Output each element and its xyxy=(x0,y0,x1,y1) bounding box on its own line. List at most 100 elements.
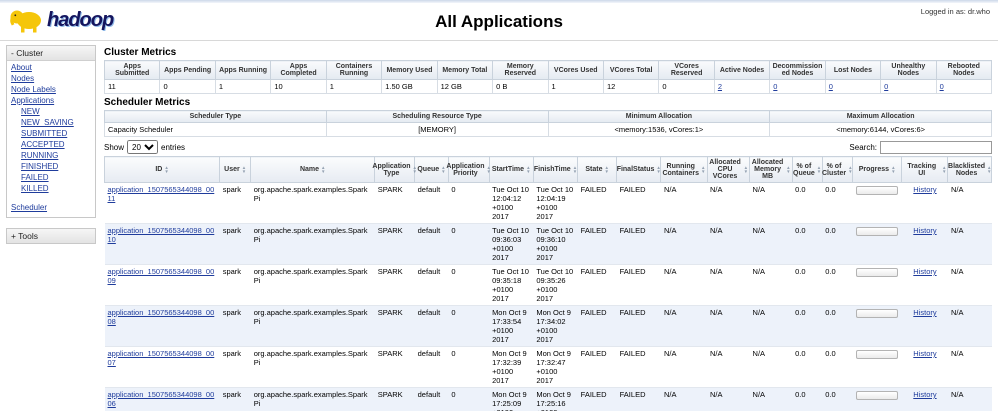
cell-state: FAILED xyxy=(577,346,617,388)
apps-col-header-application-priority[interactable]: Application Priority xyxy=(446,156,490,183)
cell-pct_cluster: 0.0 xyxy=(822,305,853,347)
cell-blacklisted: N/A xyxy=(947,346,992,388)
cell-type: SPARK xyxy=(374,182,415,224)
sidebar-state-new: NEW xyxy=(10,107,93,118)
cell-progress xyxy=(852,387,902,411)
apps-col-header-of-cluster[interactable]: % of Cluster xyxy=(821,156,853,183)
cluster-metric-value: 11 xyxy=(103,79,161,94)
column-label: Allocated Memory MB xyxy=(751,159,784,180)
column-header-inner: User xyxy=(221,166,249,174)
sidebar-state-killed: KILLED xyxy=(10,184,93,195)
column-label: Tracking UI xyxy=(907,162,937,177)
scheduler-col-minimum-allocation: Minimum Allocation xyxy=(547,110,771,123)
column-header-inner: Name xyxy=(252,166,373,174)
node-count-link[interactable]: 0 xyxy=(940,82,944,91)
cell-tracking: History xyxy=(901,305,948,347)
application-id-link[interactable]: application_1507565344098_0010 xyxy=(108,226,215,244)
node-count-link[interactable]: 2 xyxy=(718,82,722,91)
column-header-inner: Queue xyxy=(416,166,447,174)
cell-containers: N/A xyxy=(660,346,707,388)
apps-table-body: application_1507565344098_0011 spark org.a… xyxy=(104,182,992,411)
tools-nav-header[interactable]: Tools xyxy=(7,229,95,243)
sidebar-link-failed[interactable]: FAILED xyxy=(21,173,49,182)
table-row: application_1507565344098_0007 spark org.a… xyxy=(104,346,992,388)
apps-col-header-queue[interactable]: Queue xyxy=(414,156,449,183)
apps-col-header-progress[interactable]: Progress xyxy=(851,156,903,183)
cell-memory: N/A xyxy=(749,264,793,306)
apps-col-header-allocated-cpu-vcores[interactable]: Allocated CPU VCores xyxy=(706,156,751,183)
sidebar-link-killed[interactable]: KILLED xyxy=(21,184,49,193)
sort-icon xyxy=(744,166,748,174)
cell-pct_cluster: 0.0 xyxy=(822,346,853,388)
node-count-link[interactable]: 0 xyxy=(884,82,888,91)
sidebar-link-accepted[interactable]: ACCEPTED xyxy=(21,140,65,149)
sidebar-state-accepted: ACCEPTED xyxy=(10,140,93,151)
apps-col-header-tracking-ui[interactable]: Tracking UI xyxy=(901,156,949,183)
apps-col-header-starttime[interactable]: StartTime xyxy=(488,156,534,183)
history-link[interactable]: History xyxy=(913,185,936,194)
search-input[interactable] xyxy=(880,140,992,154)
history-link[interactable]: History xyxy=(913,349,936,358)
history-link[interactable]: History xyxy=(913,226,936,235)
cell-final: FAILED xyxy=(616,223,661,265)
cluster-nav-header[interactable]: Cluster xyxy=(7,46,95,61)
sidebar-link-finished[interactable]: FINISHED xyxy=(21,162,58,171)
cell-memory: N/A xyxy=(749,305,793,347)
cell-finish: Mon Oct 9 17:34:02 +0100 2017 xyxy=(533,305,578,347)
apps-col-header-finishtime[interactable]: FinishTime xyxy=(532,156,579,183)
sidebar-link-scheduler[interactable]: Scheduler xyxy=(11,203,47,212)
apps-col-header-running-containers[interactable]: Running Containers xyxy=(660,156,708,183)
sidebar-link-submitted[interactable]: SUBMITTED xyxy=(21,129,67,138)
apps-col-header-state[interactable]: State xyxy=(577,156,618,183)
cluster-col-apps-running: Apps Running xyxy=(214,60,272,80)
node-count-link[interactable]: 0 xyxy=(773,82,777,91)
sidebar-state-finished: FINISHED xyxy=(10,162,93,173)
cell-finish: Tue Oct 10 09:36:10 +0100 2017 xyxy=(533,223,578,265)
sidebar-link-new-saving[interactable]: NEW_SAVING xyxy=(21,118,74,127)
cluster-metric-value: 0 xyxy=(159,79,216,94)
apps-col-header-id[interactable]: ID xyxy=(103,156,221,183)
apps-col-header-finalstatus[interactable]: FinalStatus xyxy=(616,156,662,183)
history-link[interactable]: History xyxy=(913,308,936,317)
cell-memory: N/A xyxy=(749,182,793,224)
cell-type: SPARK xyxy=(374,387,415,411)
apps-col-header-name[interactable]: Name xyxy=(250,156,376,183)
application-id-link[interactable]: application_1507565344098_0011 xyxy=(108,185,215,203)
column-header-inner: Allocated Memory MB xyxy=(751,159,791,180)
application-id-link[interactable]: application_1507565344098_0009 xyxy=(108,267,215,285)
apps-header-row: ID User Name Application Type Queue Applicati… xyxy=(103,156,992,183)
cell-priority: 0 xyxy=(448,264,490,306)
history-link[interactable]: History xyxy=(913,390,936,399)
apps-col-header-application-type[interactable]: Application Type xyxy=(372,156,416,183)
sidebar-state-new-saving: NEW_SAVING xyxy=(10,118,93,129)
sidebar-link-applications[interactable]: Applications xyxy=(11,96,54,105)
apps-col-header-user[interactable]: User xyxy=(219,156,252,183)
sidebar-link-new[interactable]: NEW xyxy=(21,107,40,116)
history-link[interactable]: History xyxy=(913,267,936,276)
cluster-metric-value: 10 xyxy=(270,79,327,94)
application-id-link[interactable]: application_1507565344098_0008 xyxy=(108,308,215,326)
cluster-metric-value: 1 xyxy=(325,79,383,94)
cell-tracking: History xyxy=(901,182,948,224)
apps-col-header-allocated-memory-mb[interactable]: Allocated Memory MB xyxy=(749,156,793,183)
sidebar-link-nodes[interactable]: Nodes xyxy=(11,74,34,83)
node-count-link[interactable]: 0 xyxy=(829,82,833,91)
sort-icon xyxy=(701,166,705,174)
cell-type: SPARK xyxy=(374,223,415,265)
sidebar-state-failed: FAILED xyxy=(10,173,93,184)
apps-col-header-of-queue[interactable]: % of Queue xyxy=(791,156,823,183)
application-id-link[interactable]: application_1507565344098_0006 xyxy=(108,390,215,408)
cell-blacklisted: N/A xyxy=(947,223,992,265)
sidebar-link-node-labels[interactable]: Node Labels xyxy=(11,85,56,94)
scheduler-metric-value: Capacity Scheduler xyxy=(104,122,327,137)
cell-progress xyxy=(852,264,902,306)
sidebar-link-running[interactable]: RUNNING xyxy=(21,151,58,160)
application-id-link[interactable]: application_1507565344098_0007 xyxy=(108,349,215,367)
scheduler-col-scheduler-type: Scheduler Type xyxy=(104,110,327,123)
sidebar-link-about[interactable]: About xyxy=(11,63,32,72)
apps-col-header-blacklisted-nodes[interactable]: Blacklisted Nodes xyxy=(947,156,992,183)
page-size-select[interactable]: 20 xyxy=(127,140,159,154)
progress-bar xyxy=(856,268,899,277)
scheduler-metrics-value-row: Capacity Scheduler [MEMORY] <memory:1536, … xyxy=(104,122,992,137)
content: Cluster About Nodes Node Labels Application… xyxy=(0,41,998,411)
